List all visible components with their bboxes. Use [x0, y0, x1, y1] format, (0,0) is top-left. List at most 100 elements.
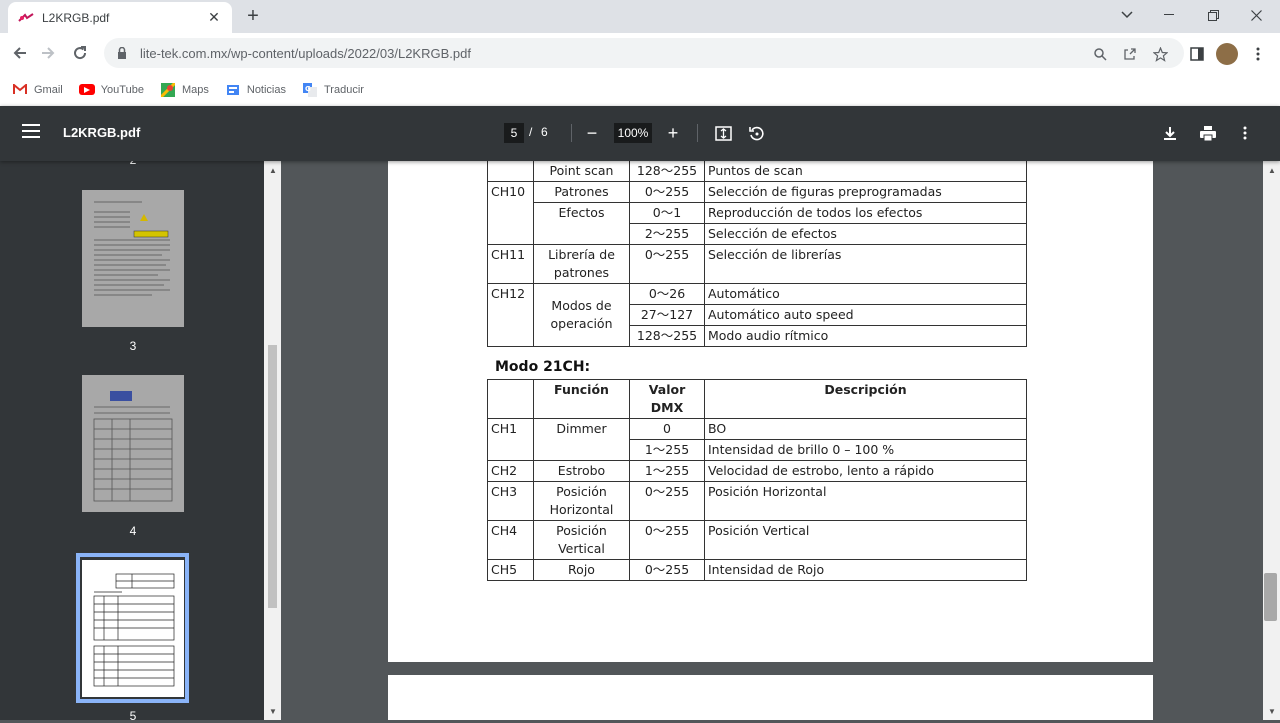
print-icon[interactable]: [1197, 122, 1219, 144]
table-cell: Selección de librerías: [704, 244, 1027, 284]
table-row: Point scan 128～255 Puntos de scan: [487, 161, 1027, 182]
restore-icon[interactable]: [1191, 0, 1235, 30]
table-cell: Efectos: [533, 202, 630, 224]
table-row: 2～255 Selección de efectos: [487, 223, 1027, 245]
thumbnail-page-3[interactable]: [82, 190, 184, 327]
more-options-icon[interactable]: [1234, 122, 1256, 144]
table-cell: 0～255: [629, 559, 705, 581]
reload-icon[interactable]: [68, 41, 92, 65]
bookmark-gmail[interactable]: Gmail: [12, 82, 63, 98]
dmx-21ch-table: Función Valor DMX Descripción CH1 Dimmer…: [487, 379, 1027, 581]
sidebar-scrollbar-thumb[interactable]: [268, 345, 277, 608]
side-panel-icon[interactable]: [1187, 44, 1207, 64]
table-cell: BO: [704, 418, 1027, 440]
browser-menu-icon[interactable]: [1248, 44, 1268, 64]
scroll-down-arrow-icon[interactable]: ▼: [1268, 707, 1276, 716]
table-row: CH10 Patrones 0～255 Selección de figuras…: [487, 181, 1027, 203]
table-cell: 0～255: [629, 481, 705, 521]
bookmark-youtube[interactable]: YouTube: [78, 83, 144, 96]
profile-avatar-icon[interactable]: [1216, 43, 1238, 65]
table-header-cell: Función: [533, 379, 630, 419]
page-separator: /: [529, 125, 533, 139]
scroll-up-arrow-icon[interactable]: ▲: [269, 166, 277, 175]
forward-icon[interactable]: [36, 41, 60, 65]
table-cell: 0～255: [629, 244, 705, 284]
zoom-search-icon[interactable]: [1090, 44, 1110, 64]
table-cell: Selección de efectos: [704, 223, 1027, 245]
table-cell: 2～255: [629, 223, 705, 245]
scroll-down-arrow-icon[interactable]: ▼: [269, 707, 277, 716]
bookmark-star-icon[interactable]: [1150, 44, 1170, 64]
bookmark-label: Maps: [181, 83, 209, 96]
table-row: CH1 Dimmer 0 BO: [487, 418, 1027, 461]
table-cell: Posición Horizontal: [704, 481, 1027, 521]
table-cell: Rojo: [533, 559, 630, 581]
table-row: Efectos 0～1 Reproducción de todos los ef…: [487, 202, 1027, 224]
bookmark-maps[interactable]: Maps: [160, 82, 209, 98]
sidebar-menu-icon[interactable]: [22, 123, 42, 143]
zoom-in-button[interactable]: +: [662, 122, 684, 144]
scroll-up-arrow-icon[interactable]: ▲: [1268, 166, 1276, 175]
youtube-icon: [78, 84, 95, 95]
bookmark-traducir[interactable]: G Traducir: [302, 82, 364, 98]
rotate-icon[interactable]: [745, 122, 767, 144]
tab-search-icon[interactable]: [1105, 0, 1149, 30]
table-cell: Intensidad de Rojo: [704, 559, 1027, 581]
tab-strip: L2KRGB.pdf ✕ +: [0, 0, 1280, 33]
table-cell: CH2: [487, 460, 534, 482]
bookmark-label: Noticias: [246, 83, 286, 96]
table-cell: Modos de operación: [533, 283, 630, 347]
table-row: CH3 Posición Horizontal 0～255 Posición H…: [487, 481, 1027, 521]
table-cell: 27～127: [629, 304, 705, 326]
table-cell: 0～255: [629, 520, 705, 560]
thumbnail-label: 3: [129, 339, 137, 353]
table-cell: [487, 223, 534, 245]
bookmark-label: Gmail: [34, 83, 63, 96]
table-header-row: Función Valor DMX Descripción: [487, 379, 1027, 419]
table-cell: Intensidad de brillo 0 – 100 %: [704, 439, 1027, 461]
document-scrollbar[interactable]: [1263, 161, 1280, 720]
gmail-icon: [12, 82, 28, 98]
zoom-out-button[interactable]: −: [581, 122, 603, 144]
browser-tab[interactable]: L2KRGB.pdf ✕: [8, 2, 232, 33]
table-cell: [487, 202, 534, 224]
minimize-icon[interactable]: [1147, 0, 1191, 30]
download-icon[interactable]: [1159, 122, 1181, 144]
pdf-toolbar: L2KRGB.pdf 5 / 6 − 100% +: [0, 106, 1280, 161]
document-scrollbar-thumb[interactable]: [1264, 573, 1277, 621]
zoom-level-input[interactable]: 100%: [614, 123, 652, 143]
table-cell: 0～255: [629, 181, 705, 203]
table-cell: CH10: [487, 181, 534, 203]
table-cell: Posición Horizontal: [533, 481, 630, 521]
thumbnail-page-4[interactable]: [82, 375, 184, 512]
bookmark-label: YouTube: [100, 83, 144, 96]
table-cell: Velocidad de estrobo, lento a rápido: [704, 460, 1027, 482]
table-row: CH5 Rojo 0～255 Intensidad de Rojo: [487, 559, 1027, 581]
close-tab-icon[interactable]: ✕: [206, 9, 222, 26]
toolbar-divider: [571, 124, 572, 142]
table-row: CH11 Librería de patrones 0～255 Selecció…: [487, 244, 1027, 284]
table-header-cell: Descripción: [704, 379, 1027, 419]
close-window-icon[interactable]: [1234, 0, 1278, 30]
fit-page-icon[interactable]: [712, 122, 734, 144]
back-icon[interactable]: [8, 41, 32, 65]
translate-icon: G: [302, 82, 318, 98]
table-cell: Estrobo: [533, 460, 630, 482]
table-cell: CH12: [487, 283, 534, 347]
share-icon[interactable]: [1120, 44, 1140, 64]
news-icon: [225, 82, 241, 98]
lock-icon[interactable]: [114, 45, 130, 61]
bookmark-noticias[interactable]: Noticias: [225, 82, 286, 98]
table-header-cell: [487, 379, 534, 419]
thumbnail-label: 4: [129, 524, 137, 538]
address-bar[interactable]: lite-tek.com.mx/wp-content/uploads/2022/…: [104, 38, 1184, 68]
bookmarks-bar: Gmail YouTube Maps Noticias G Traducir: [0, 73, 1280, 106]
table-cell: Reproducción de todos los efectos: [704, 202, 1027, 224]
toolbar-divider: [697, 124, 698, 142]
page-number-input[interactable]: 5: [504, 123, 524, 143]
table-cell: Automático: [704, 283, 1027, 305]
table-cell: CH1: [487, 418, 534, 461]
table-row: CH4 Posición Vertical 0～255 Posición Ver…: [487, 520, 1027, 560]
table-cell: Dimmer: [533, 418, 630, 461]
new-tab-button[interactable]: +: [244, 6, 262, 26]
